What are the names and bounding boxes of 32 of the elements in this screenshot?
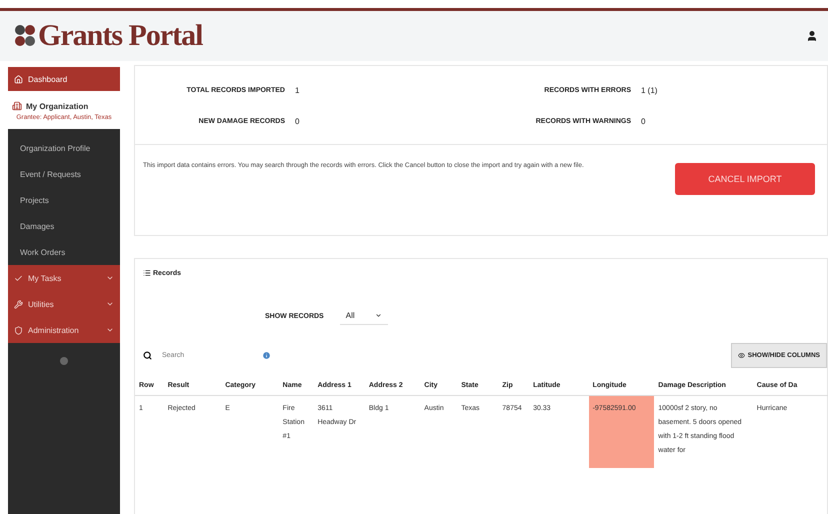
menu-group[interactable]: My Tasks xyxy=(8,265,120,291)
home-icon xyxy=(14,74,23,84)
stat-value: 0 xyxy=(295,117,300,126)
eye-icon xyxy=(738,352,745,359)
check-icon xyxy=(14,274,23,282)
stat-value: 0 xyxy=(641,117,646,126)
chevron-down-icon xyxy=(374,312,382,319)
menu-item[interactable]: Work Orders xyxy=(8,239,120,265)
organization-name[interactable]: My Organization xyxy=(26,102,88,110)
building-icon xyxy=(12,101,22,111)
chevron-down-icon xyxy=(106,274,114,282)
chevron-down-icon xyxy=(106,326,114,334)
menu-item[interactable]: Event / Requests xyxy=(8,161,120,187)
collapse-icon[interactable] xyxy=(60,357,68,365)
menu-group[interactable]: Administration xyxy=(8,317,120,343)
user-icon[interactable] xyxy=(806,30,818,42)
dashboard-button[interactable]: Dashboard xyxy=(8,67,120,91)
logo-text: Grants Portal xyxy=(38,19,202,53)
info-icon[interactable] xyxy=(262,351,271,360)
menu-group[interactable]: Utilities xyxy=(8,291,120,317)
search-icon xyxy=(143,351,152,360)
list-icon xyxy=(143,269,151,277)
stat-value: 1 (1) xyxy=(641,86,658,95)
logo-icon xyxy=(14,24,36,48)
menu-item[interactable]: Organization Profile xyxy=(8,135,120,161)
wrench-icon xyxy=(14,300,23,308)
stat-value: 1 xyxy=(295,86,300,95)
menu-item[interactable]: Projects xyxy=(8,187,120,213)
menu-item[interactable]: Damages xyxy=(8,213,120,239)
show-records-select[interactable]: All xyxy=(340,307,388,325)
chevron-down-icon xyxy=(106,300,114,308)
shield-icon xyxy=(14,326,23,334)
